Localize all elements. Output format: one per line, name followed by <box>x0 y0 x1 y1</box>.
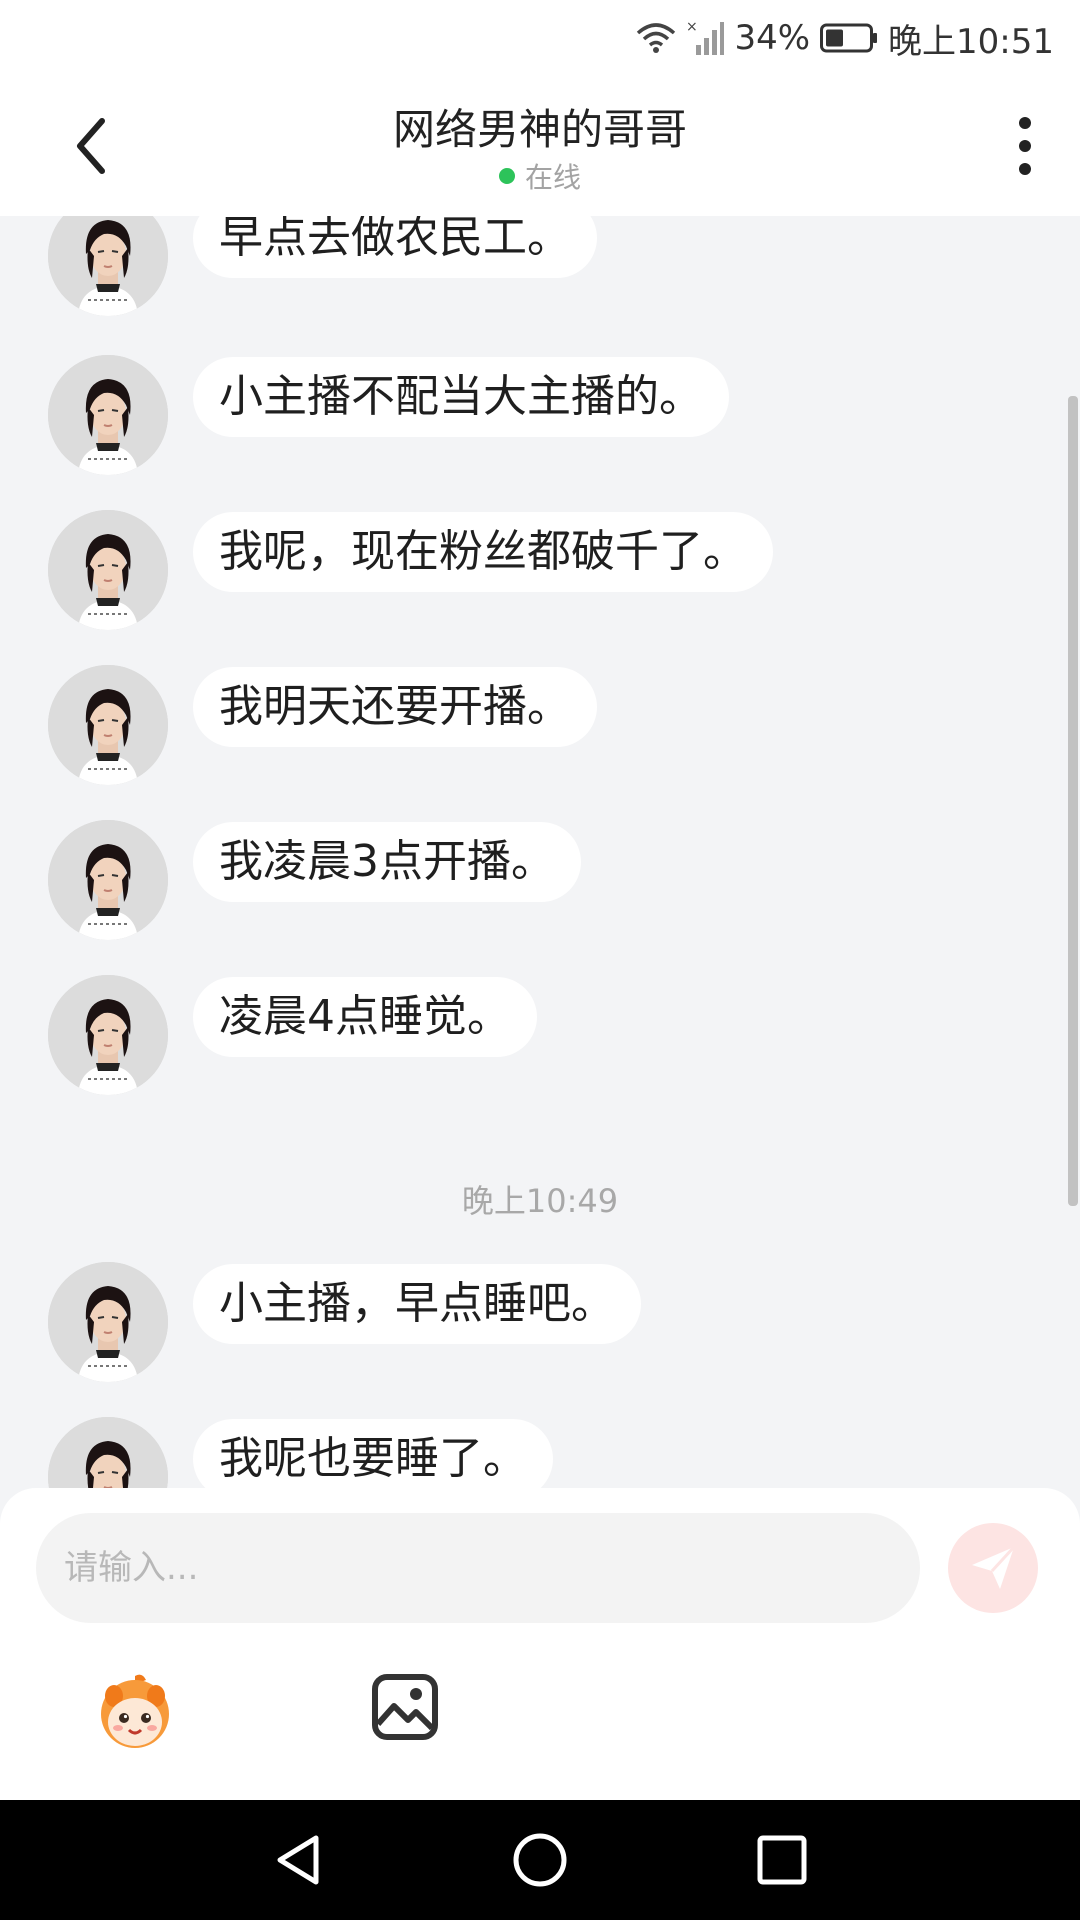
message-item: 早点去做农民工。 <box>48 216 1048 316</box>
message-timestamp: 晚上10:49 <box>461 1182 619 1220</box>
chat-header: 网络男神的哥哥 在线 <box>0 76 1080 216</box>
clock: 晚上10:51 <box>888 21 1054 62</box>
person-avatar-icon <box>48 820 168 940</box>
avatar[interactable] <box>48 355 168 475</box>
more-options-button[interactable] <box>1000 111 1050 181</box>
avatar[interactable] <box>48 216 168 316</box>
svg-text:×: × <box>686 19 698 35</box>
online-dot <box>498 168 515 184</box>
sticker-icon <box>101 1674 169 1748</box>
online-status-label: 在线 <box>524 161 581 194</box>
message-item: 小主播，早点睡吧。 <box>48 1262 1048 1382</box>
status-bar: × 34% 晚上10:51 <box>0 0 1080 76</box>
nav-home-icon <box>513 1833 567 1887</box>
page-title: 网络男神的哥哥 <box>392 105 687 154</box>
signal-icon: × <box>686 19 725 57</box>
send-button[interactable] <box>948 1523 1038 1613</box>
person-avatar-icon <box>48 1262 168 1382</box>
nav-recents-button[interactable] <box>752 1830 812 1890</box>
composer-panel: 请输入... <box>0 1488 1080 1800</box>
message-item: 凌晨4点睡觉。 <box>48 975 1048 1095</box>
message-item: 小主播不配当大主播的。 <box>48 355 1048 475</box>
battery-icon <box>820 23 878 53</box>
person-avatar-icon <box>48 510 168 630</box>
scrollbar[interactable] <box>1068 396 1078 1206</box>
sticker-button[interactable] <box>92 1670 178 1756</box>
person-avatar-icon <box>48 665 168 785</box>
message-bubble[interactable]: 我呢，现在粉丝都破千了。 <box>193 512 773 592</box>
image-icon <box>372 1674 438 1740</box>
message-item: 我呢也要睡了。 <box>48 1417 1048 1488</box>
person-avatar-icon <box>48 355 168 475</box>
message-bubble[interactable]: 早点去做农民工。 <box>193 216 597 278</box>
message-bubble[interactable]: 凌晨4点睡觉。 <box>193 977 537 1057</box>
avatar[interactable] <box>48 975 168 1095</box>
nav-back-icon <box>277 1835 319 1885</box>
message-bubble[interactable]: 我明天还要开播。 <box>193 667 597 747</box>
avatar[interactable] <box>48 510 168 630</box>
message-input[interactable]: 请输入... <box>36 1513 920 1623</box>
person-avatar-icon <box>48 975 168 1095</box>
status-indicators: × 34% 晚上10:51 <box>636 14 1054 62</box>
message-bubble[interactable]: 小主播不配当大主播的。 <box>193 357 729 437</box>
avatar[interactable] <box>48 1262 168 1382</box>
send-icon <box>972 1545 1016 1589</box>
nav-home-button[interactable] <box>510 1830 570 1890</box>
system-nav-bar <box>0 1800 1080 1920</box>
nav-recents-icon <box>757 1835 807 1885</box>
message-item: 我明天还要开播。 <box>48 665 1048 785</box>
wifi-icon <box>636 21 676 55</box>
message-list[interactable]: 早点去做农民工。 小主播不配当大主播的。 我呢，现在粉丝都破千了。 我明天还要开… <box>0 216 1080 1488</box>
image-button[interactable] <box>372 1674 438 1740</box>
online-status: 在线 <box>0 156 1080 196</box>
avatar[interactable] <box>48 665 168 785</box>
person-avatar-icon <box>48 216 168 316</box>
more-vertical-icon <box>1019 117 1031 175</box>
message-bubble[interactable]: 我呢也要睡了。 <box>193 1419 553 1488</box>
person-avatar-icon <box>48 1417 168 1488</box>
message-item: 我凌晨3点开播。 <box>48 820 1048 940</box>
message-bubble[interactable]: 小主播，早点睡吧。 <box>193 1264 641 1344</box>
message-item: 我呢，现在粉丝都破千了。 <box>48 510 1048 630</box>
message-bubble[interactable]: 我凌晨3点开播。 <box>193 822 581 902</box>
avatar[interactable] <box>48 820 168 940</box>
avatar[interactable] <box>48 1417 168 1488</box>
nav-back-button[interactable] <box>268 1830 328 1890</box>
battery-percent: 34% <box>734 18 811 58</box>
